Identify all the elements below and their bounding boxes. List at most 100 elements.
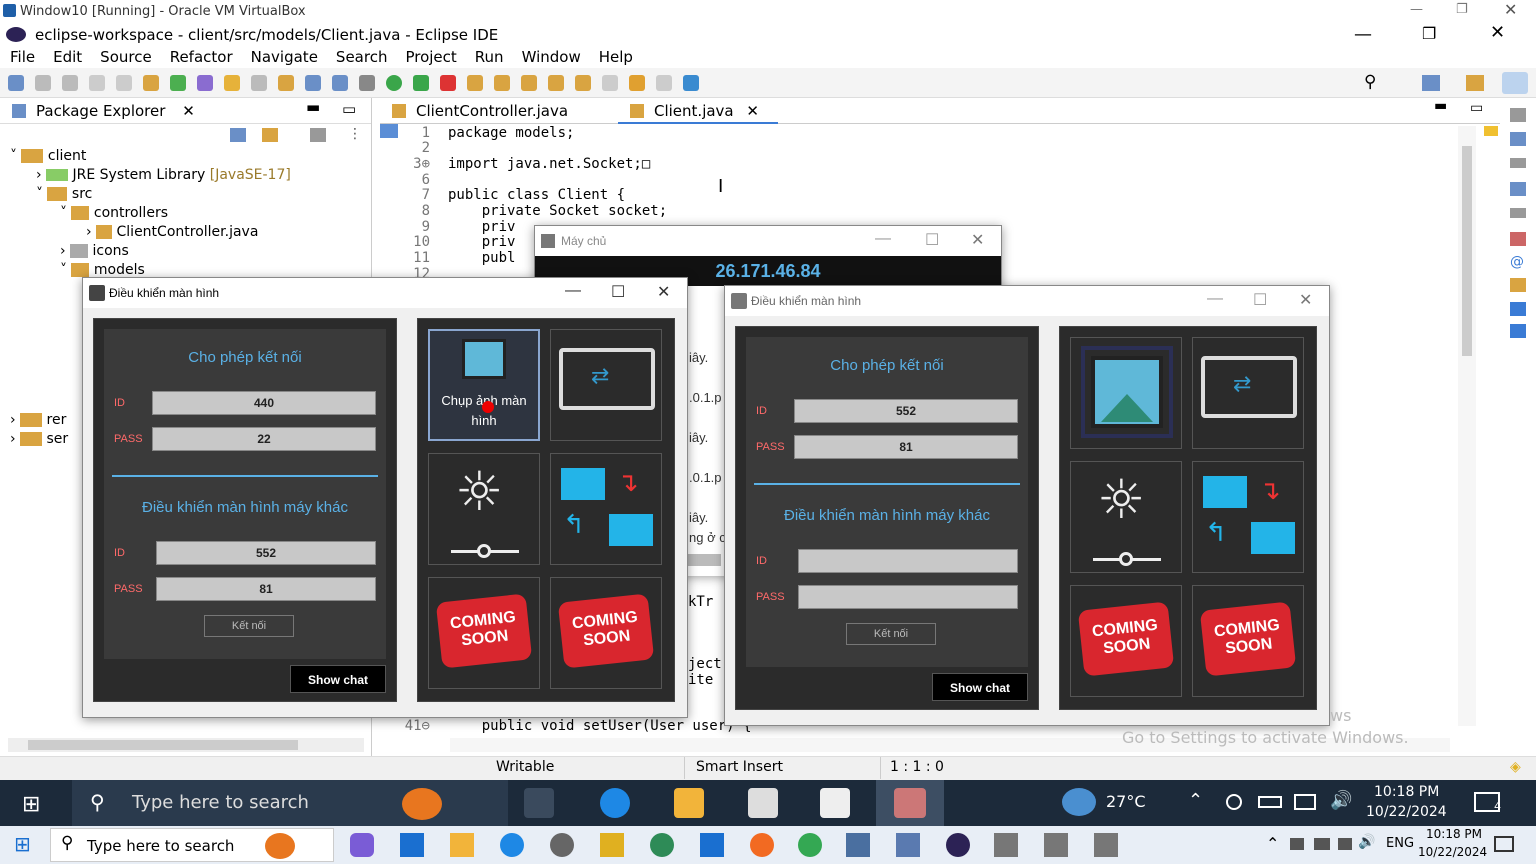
chevron-up-icon[interactable]: ⌃: [1188, 790, 1203, 811]
vertical-scrollbar[interactable]: [1458, 126, 1476, 726]
volume-icon[interactable]: 🔊: [1358, 834, 1375, 850]
run-icon[interactable]: [386, 75, 402, 91]
store-icon[interactable]: [748, 788, 778, 818]
wifi-icon[interactable]: [1290, 838, 1304, 850]
clock-date[interactable]: 10/22/2024: [1366, 804, 1447, 820]
tree-item-src[interactable]: ˅ src: [36, 186, 92, 202]
restore-icon[interactable]: [1510, 158, 1526, 168]
file-explorer-icon[interactable]: [450, 833, 474, 857]
remote-screen-tile[interactable]: ⇄: [550, 329, 662, 441]
clock-time[interactable]: 10:18 PM: [1426, 827, 1482, 841]
java-app-icon[interactable]: [1094, 833, 1118, 857]
tree-item-models[interactable]: ˅ models: [60, 262, 145, 278]
brightness-tile[interactable]: ☼: [1070, 461, 1182, 573]
minimize-icon[interactable]: —: [875, 230, 891, 248]
menu-refactor[interactable]: Refactor: [170, 46, 233, 68]
declaration-icon[interactable]: [1510, 278, 1526, 292]
restore-icon[interactable]: [1510, 208, 1526, 218]
menu-edit[interactable]: Edit: [53, 46, 82, 68]
remote-pass-field[interactable]: [798, 585, 1018, 609]
maximize-icon[interactable]: ❐: [1422, 24, 1436, 43]
maximize-editor-icon[interactable]: ▭: [1470, 100, 1483, 116]
language-indicator[interactable]: ENG: [1386, 836, 1414, 851]
javadoc-icon[interactable]: @: [1510, 254, 1524, 270]
messenger-icon[interactable]: [500, 833, 524, 857]
tree-item-icons[interactable]: › icons: [60, 243, 129, 259]
coming-soon-tile[interactable]: COMING SOON: [428, 577, 540, 689]
maximize-icon[interactable]: ☐: [925, 230, 939, 250]
battery-icon[interactable]: [1258, 796, 1282, 808]
soccer-icon[interactable]: [550, 833, 574, 857]
tree-item-ser[interactable]: › ser: [10, 431, 68, 447]
view-menu-icon[interactable]: ⋮: [348, 126, 362, 142]
open-perspective-icon[interactable]: [683, 75, 699, 91]
virtualbox-icon[interactable]: [846, 833, 870, 857]
minimize-icon[interactable]: —: [1354, 24, 1372, 45]
scrollbar-thumb[interactable]: [1462, 146, 1472, 356]
outlook-icon[interactable]: [400, 833, 424, 857]
app-icon[interactable]: [600, 833, 624, 857]
clock-time[interactable]: 10:18 PM: [1374, 784, 1439, 800]
close-icon[interactable]: ✕: [1490, 22, 1505, 43]
back-icon[interactable]: [602, 75, 618, 91]
package-icon[interactable]: [143, 75, 159, 91]
undo-icon[interactable]: [89, 75, 105, 91]
annotation-icon[interactable]: [548, 75, 564, 91]
hierarchy-icon[interactable]: [1510, 182, 1526, 196]
open-resource-icon[interactable]: [494, 75, 510, 91]
app-icon[interactable]: [750, 833, 774, 857]
remote-id-field[interactable]: 552: [156, 541, 376, 565]
share-tile[interactable]: ↴ ↰: [1192, 461, 1304, 573]
chevron-up-icon[interactable]: ⌃: [1266, 834, 1279, 853]
windows-start-icon[interactable]: ⊞: [14, 832, 31, 856]
collapse-all-icon[interactable]: [230, 128, 246, 142]
tree-item-controllers[interactable]: ˅ controllers: [60, 205, 168, 221]
vscode-icon[interactable]: [700, 833, 724, 857]
windows-start-icon[interactable]: ⊞: [22, 792, 40, 817]
nav-forward-icon[interactable]: [656, 75, 672, 91]
scrollbar-thumb[interactable]: [28, 740, 298, 750]
minimize-icon[interactable]: —: [1207, 290, 1223, 308]
screenshot-tile[interactable]: Chụp ảnh màn hình: [428, 329, 540, 441]
minimize-icon[interactable]: —: [565, 282, 581, 300]
refresh-icon[interactable]: [170, 75, 186, 91]
menu-help[interactable]: Help: [599, 46, 633, 68]
screenshot-tile[interactable]: [1070, 337, 1182, 449]
menu-navigate[interactable]: Navigate: [251, 46, 318, 68]
close-view-icon[interactable]: ✕: [182, 102, 195, 120]
chrome-icon[interactable]: [798, 833, 822, 857]
perspective-icon[interactable]: [1422, 75, 1440, 91]
tip-icon[interactable]: ◈: [1510, 759, 1521, 775]
close-tab-icon[interactable]: ✕: [746, 102, 759, 120]
task-view-icon[interactable]: [524, 788, 554, 818]
maximize-icon[interactable]: ☐: [611, 282, 625, 302]
close-icon[interactable]: ✕: [657, 282, 670, 302]
menu-file[interactable]: File: [10, 46, 35, 68]
console-icon[interactable]: [1510, 302, 1526, 316]
my-id-field[interactable]: 440: [152, 391, 376, 415]
tab-client[interactable]: Client.java ✕: [618, 98, 778, 124]
save-icon[interactable]: [35, 75, 51, 91]
tree-item-rer[interactable]: › rer: [10, 412, 66, 428]
minimize-view-icon[interactable]: ▬: [306, 98, 320, 116]
highlight-icon[interactable]: [224, 75, 240, 91]
java-app-icon[interactable]: [1044, 833, 1068, 857]
new-icon[interactable]: [8, 75, 24, 91]
external-tools-icon[interactable]: [440, 75, 456, 91]
problems-icon[interactable]: [1510, 232, 1526, 246]
paragraph-icon[interactable]: [305, 75, 321, 91]
search-icon[interactable]: ⚲: [1364, 72, 1376, 92]
tree-item-jre[interactable]: › JRE System Library [JavaSE-17]: [36, 167, 291, 183]
java-app-icon[interactable]: [994, 833, 1018, 857]
java-app-taskbar-button[interactable]: [876, 780, 944, 826]
coming-soon-tile[interactable]: COMING SOON: [550, 577, 662, 689]
eclipse-icon[interactable]: [946, 833, 970, 857]
next-annotation-icon[interactable]: [575, 75, 591, 91]
app-icon[interactable]: [896, 833, 920, 857]
horizontal-scrollbar[interactable]: [8, 738, 364, 752]
save-all-icon[interactable]: [62, 75, 78, 91]
folder-icon[interactable]: [278, 75, 294, 91]
menu-window[interactable]: Window: [522, 46, 581, 68]
connect-button[interactable]: Kết nối: [846, 623, 936, 645]
log-scrollbar[interactable]: [685, 554, 721, 566]
